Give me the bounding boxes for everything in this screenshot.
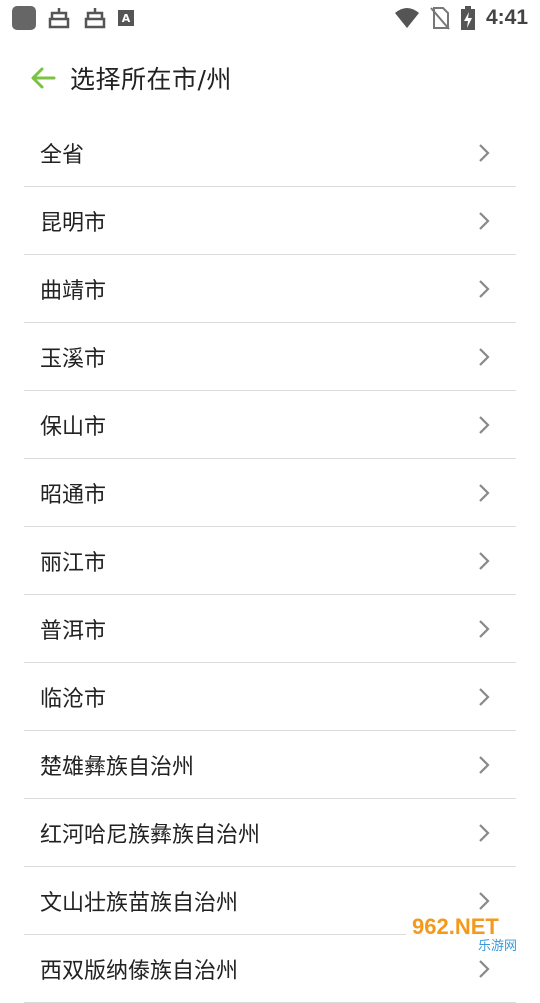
item-label: 普洱市 [40,618,107,644]
status-right: 4:41 [394,5,528,31]
chevron-right-icon [478,619,492,639]
status-left: A [12,5,134,31]
chevron-right-icon [478,959,492,979]
city-item-lijiang[interactable]: 丽江市 [24,527,516,595]
item-label: 昭通市 [40,482,107,508]
item-label: 楚雄彝族自治州 [40,754,195,780]
city-item-chuxiong[interactable]: 楚雄彝族自治州 [24,731,516,799]
city-item-lincang[interactable]: 临沧市 [24,663,516,731]
chevron-right-icon [478,211,492,231]
chevron-right-icon [478,755,492,775]
city-item-honghe[interactable]: 红河哈尼族彝族自治州 [24,799,516,867]
clock: 4:41 [485,6,528,29]
arrow-left-icon [31,67,56,89]
chevron-right-icon [478,347,492,367]
city-item-baoshan[interactable]: 保山市 [24,391,516,459]
chevron-right-icon [478,483,492,503]
chevron-right-icon [478,415,492,435]
city-item-zhaotong[interactable]: 昭通市 [24,459,516,527]
city-item-kunming[interactable]: 昆明市 [24,187,516,255]
watermark-logo: 962.NET 乐游网 [404,908,534,954]
status-bar: A 4:41 [0,0,540,36]
watermark-bottom-text: 乐游网 [478,939,517,954]
item-label: 昆明市 [40,210,107,236]
city-list: 全省 昆明市 曲靖市 玉溪市 保山市 昭通市 丽江市 普洱市 临沧市 楚雄彝族自… [24,119,516,1003]
a-notification-icon: A [118,10,134,26]
city-item-all-province[interactable]: 全省 [24,119,516,187]
back-button[interactable] [22,57,64,99]
chevron-right-icon [478,551,492,571]
city-item-qujing[interactable]: 曲靖市 [24,255,516,323]
header: 选择所在市/州 [0,50,540,106]
item-label: 全省 [40,142,85,168]
bug-icon [84,8,106,29]
item-label: 文山壮族苗族自治州 [40,890,239,916]
chevron-right-icon [478,687,492,707]
chevron-right-icon [478,823,492,843]
no-sim-icon [430,7,450,30]
chevron-right-icon [478,143,492,163]
item-label: 曲靖市 [40,278,107,304]
wifi-icon [394,8,419,28]
battery-charging-icon [460,6,475,30]
bug-icon [48,8,70,29]
item-label: 西双版纳傣族自治州 [40,958,239,984]
item-label: 保山市 [40,414,107,440]
app-square-icon [12,6,36,30]
item-label: 玉溪市 [40,346,107,372]
item-label: 红河哈尼族彝族自治州 [40,822,261,848]
chevron-right-icon [478,279,492,299]
item-label: 丽江市 [40,550,107,576]
city-item-puer[interactable]: 普洱市 [24,595,516,663]
item-label: 临沧市 [40,686,107,712]
watermark-top-text: 962.NET [412,914,499,939]
city-item-yuxi[interactable]: 玉溪市 [24,323,516,391]
page-title: 选择所在市/州 [70,65,232,94]
